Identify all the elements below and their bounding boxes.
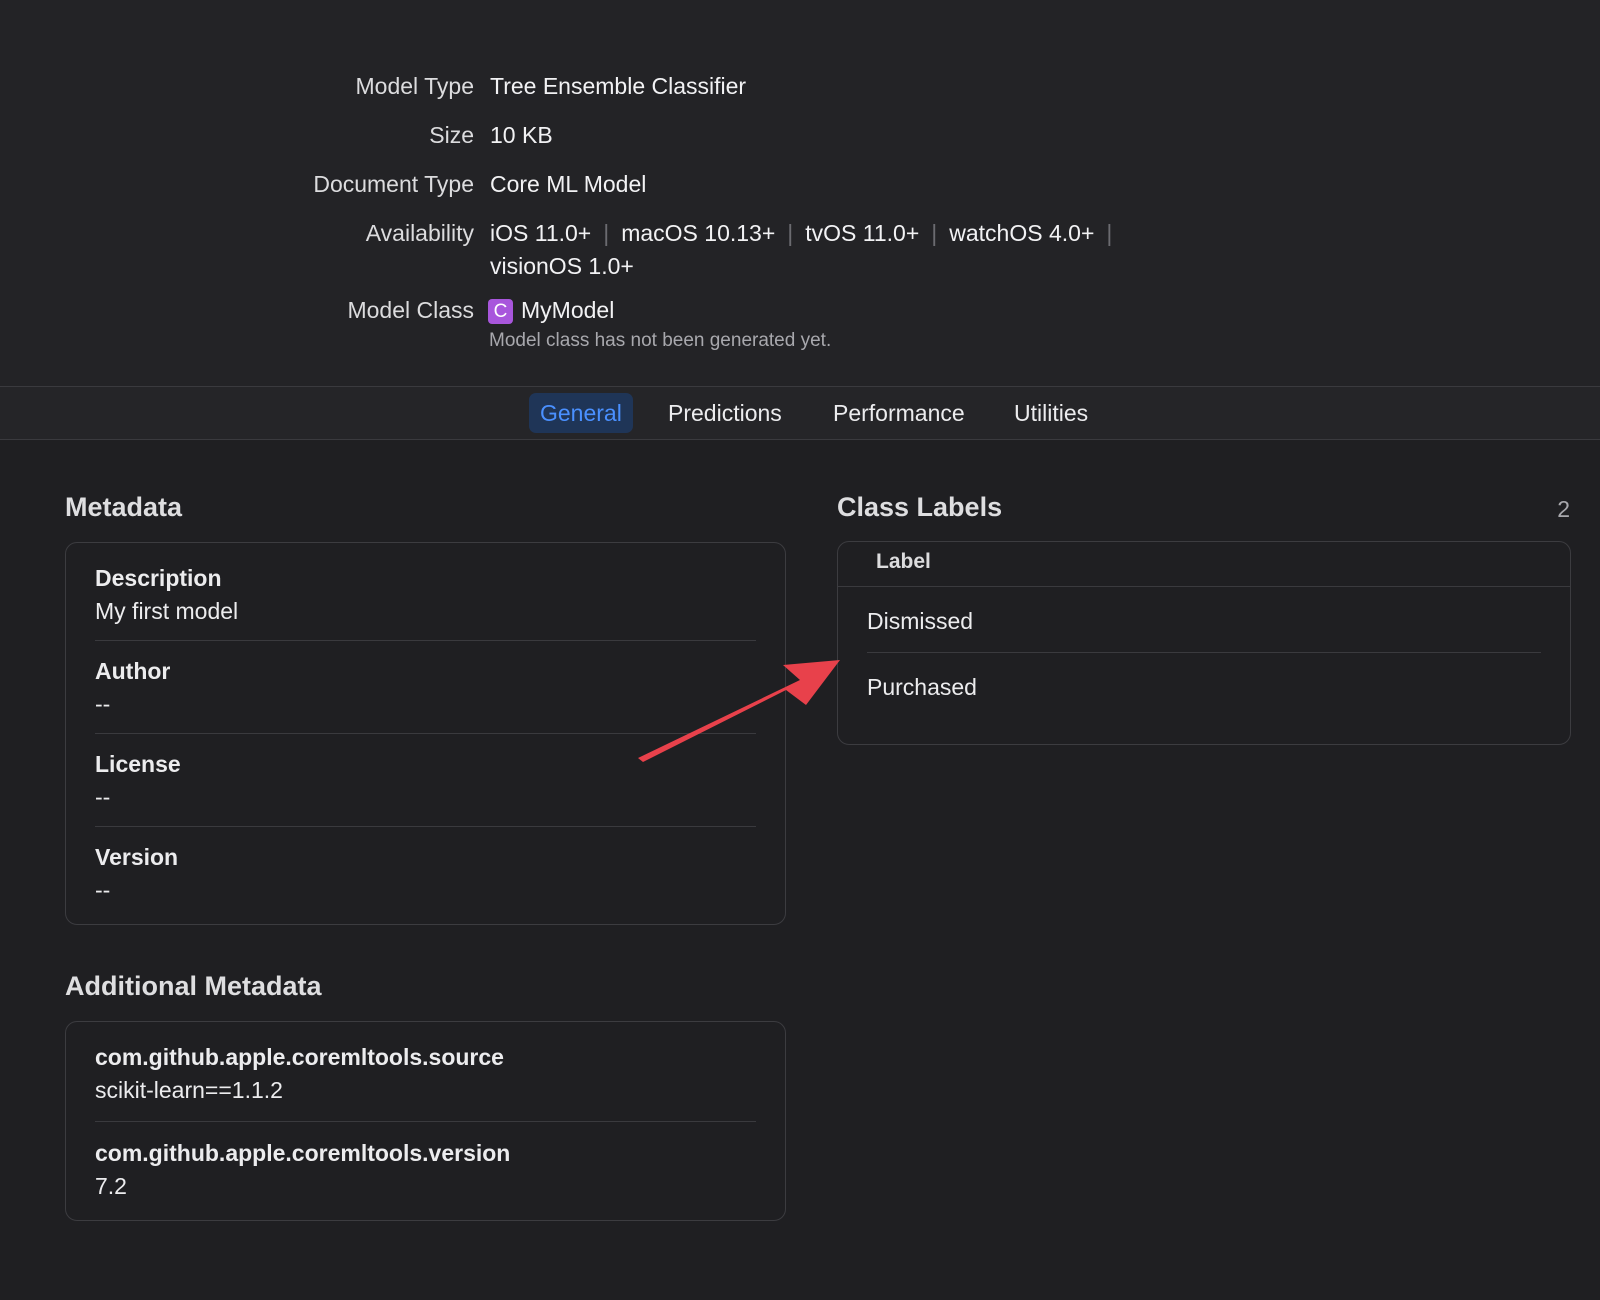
arrow-shape [638,660,840,762]
annotation-arrow-icon [638,660,840,762]
